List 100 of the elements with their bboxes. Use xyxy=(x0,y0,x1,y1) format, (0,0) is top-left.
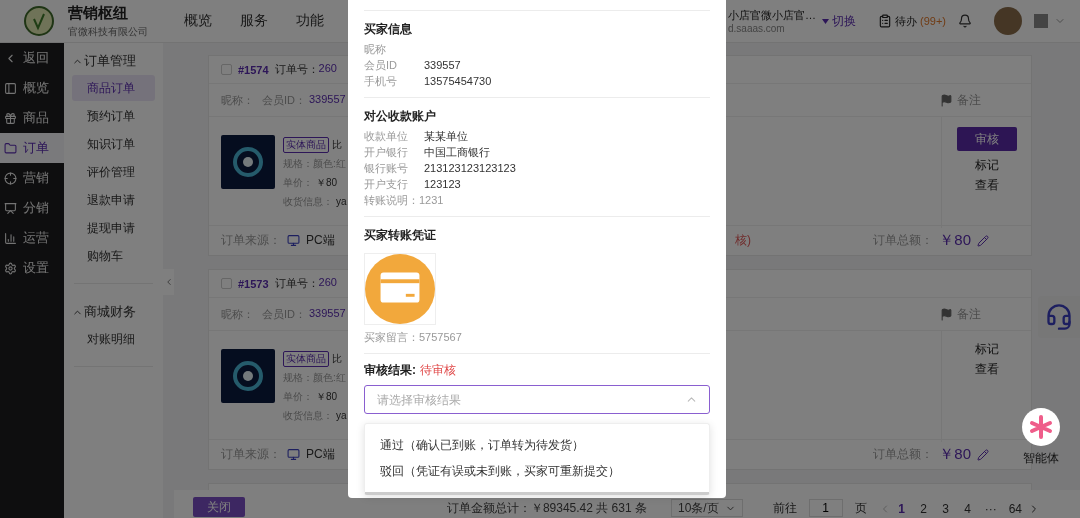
nav-icon xyxy=(4,141,17,155)
order-status: 核) xyxy=(735,232,751,249)
nav-link[interactable]: 概览 xyxy=(184,12,212,30)
page-button[interactable]: 1 xyxy=(890,501,913,517)
goto-field[interactable]: 1 xyxy=(808,499,843,517)
action-link[interactable]: 查看 xyxy=(974,177,999,193)
sub-nav-item[interactable]: 预约订单 xyxy=(72,103,155,129)
caret-icon xyxy=(822,18,829,24)
review-button[interactable]: 审核 xyxy=(956,127,1017,151)
section-title: 对公收款账户 xyxy=(364,108,437,125)
square-icon xyxy=(1034,14,1048,28)
product-name: 比 xyxy=(332,137,342,152)
nav-link[interactable]: 功能 xyxy=(296,12,324,30)
sub-nav-item[interactable]: 购物车 xyxy=(72,243,155,269)
page-suffix: 页 xyxy=(854,500,867,517)
close-button[interactable]: 关闭 xyxy=(193,497,245,517)
buyer-message: 买家留言：5757567 xyxy=(364,330,463,345)
product-image xyxy=(221,349,275,403)
sub-nav-item[interactable]: 提现申请 xyxy=(72,215,155,241)
sidebar-item[interactable]: 概览 xyxy=(0,73,64,103)
sidebar-item[interactable]: 返回 xyxy=(0,43,64,73)
sidebar-item[interactable]: 营销 xyxy=(0,163,64,193)
field-label: 收款单位 xyxy=(364,129,409,144)
field-value: 213123123123123 xyxy=(424,161,517,176)
order-source: PC端 xyxy=(306,232,335,249)
monitor-icon xyxy=(287,448,300,461)
page-button[interactable]: 4 xyxy=(956,501,979,517)
asterisk-icon xyxy=(1028,414,1054,440)
shop-name: 小店官微小店官… xyxy=(728,8,816,23)
product-name: 比 xyxy=(332,351,342,366)
dropdown-option[interactable]: 驳回（凭证有误或未到账，买家可重新提交） xyxy=(365,458,709,484)
group-title[interactable]: 商城财务 xyxy=(64,300,163,324)
sub-nav-item[interactable]: 知识订单 xyxy=(72,131,155,157)
logo-icon xyxy=(24,6,54,36)
card-icon xyxy=(365,253,435,325)
sidebar-item[interactable]: 订单 xyxy=(0,133,64,163)
field-label: 银行账号 xyxy=(364,161,409,176)
field-value: 339557 xyxy=(424,58,462,73)
assistant-label: 智能体 xyxy=(1023,450,1059,467)
field-value: 13575454730 xyxy=(424,74,493,89)
field-label: 昵称 xyxy=(364,42,387,57)
action-link[interactable]: 查看 xyxy=(974,361,999,377)
todo-link[interactable]: 待办 (99+) xyxy=(878,13,946,29)
dropdown-option[interactable]: 通过（确认已到账，订单转为待发货） xyxy=(365,432,709,458)
sidebar-item[interactable]: 运营 xyxy=(0,223,64,253)
field-value: 中国工商银行 xyxy=(424,145,491,160)
sidebar-item[interactable]: 设置 xyxy=(0,253,64,283)
sidebar-item[interactable]: 商品 xyxy=(0,103,64,133)
assistant-button[interactable] xyxy=(1022,408,1060,446)
edit-icon[interactable] xyxy=(977,234,989,247)
checkbox[interactable] xyxy=(221,278,232,289)
order-no: 260 xyxy=(318,62,337,76)
product-tag: 实体商品 xyxy=(283,350,329,367)
order-number: #1573 xyxy=(238,277,269,290)
field-label: 开户支行 xyxy=(364,177,409,192)
section-title: 买家信息 xyxy=(364,21,413,38)
monitor-icon xyxy=(287,234,300,247)
action-link[interactable]: 标记 xyxy=(974,341,999,357)
order-summary: 订单金额总计：￥89345.42 共 631 条 xyxy=(446,500,647,517)
order-no-label: 订单号： xyxy=(274,276,319,291)
shipping-info: ya xyxy=(336,196,347,207)
sub-nav-item[interactable]: 对账明细 xyxy=(72,326,155,352)
field-value: 123123 xyxy=(424,177,462,192)
nav-icon xyxy=(4,171,17,185)
sub-nav-item[interactable]: 评价管理 xyxy=(72,159,155,185)
nav-link[interactable]: 服务 xyxy=(240,12,268,30)
order-source: PC端 xyxy=(306,446,335,463)
action-link[interactable]: 标记 xyxy=(974,157,999,173)
page-button[interactable]: ··· xyxy=(978,501,1003,517)
nav-icon xyxy=(4,111,17,125)
price: ￥80 xyxy=(316,175,338,190)
shop-domain: d.saaas.com xyxy=(728,23,786,34)
avatar xyxy=(994,7,1022,35)
checkbox[interactable] xyxy=(221,64,232,75)
collapse-button[interactable] xyxy=(163,269,174,295)
sub-nav-item[interactable]: 退款申请 xyxy=(72,187,155,213)
nav-icon xyxy=(4,261,17,275)
group-title[interactable]: 订单管理 xyxy=(64,49,163,73)
transfer-note: 转账说明：1231 xyxy=(364,193,445,208)
switch-link[interactable]: 切换 xyxy=(822,12,856,30)
page-size-select[interactable]: 10条/页 xyxy=(670,499,743,517)
review-select[interactable]: 请选择审核结果 xyxy=(364,385,710,414)
page-button[interactable]: 64 xyxy=(1002,501,1028,517)
page-button[interactable]: 2 xyxy=(912,501,935,517)
field-label: 手机号 xyxy=(364,74,398,89)
member-id: 339557 xyxy=(309,306,346,321)
order-total: ￥80 xyxy=(939,231,971,250)
bell-icon[interactable] xyxy=(958,14,972,28)
product-tag: 实体商品 xyxy=(283,136,329,153)
sidebar-item[interactable]: 分销 xyxy=(0,193,64,223)
edit-icon[interactable] xyxy=(977,448,989,461)
review-status: 待审核 xyxy=(420,362,456,379)
field-value: 某某单位 xyxy=(424,129,469,144)
page-button[interactable]: 3 xyxy=(934,501,957,517)
member-id: 339557 xyxy=(309,92,346,107)
company-name: 官微科技有限公司 xyxy=(68,24,149,39)
sub-nav-item[interactable]: 商品订单 xyxy=(72,75,155,101)
order-no-label: 订单号： xyxy=(274,62,319,77)
flag-icon xyxy=(940,93,953,107)
product-image xyxy=(221,135,275,189)
